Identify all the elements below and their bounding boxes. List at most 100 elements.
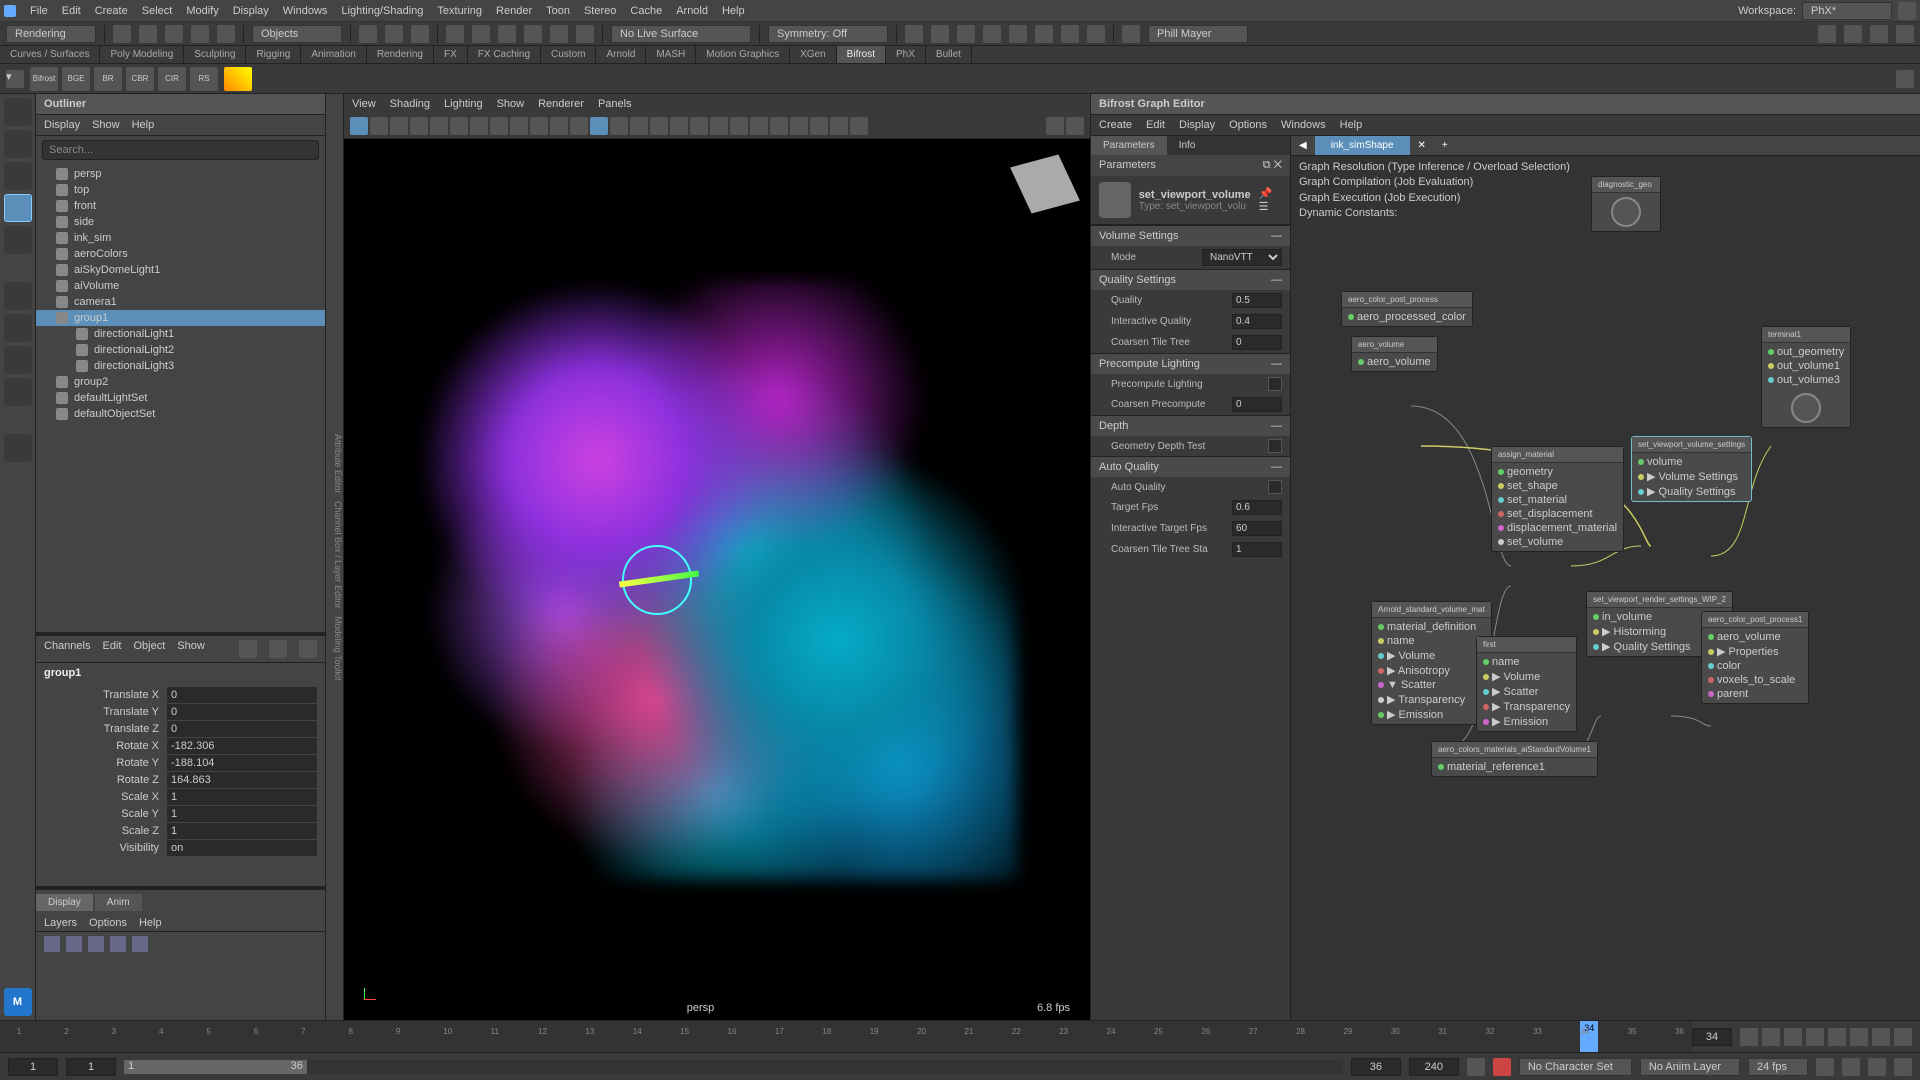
snap-live-icon[interactable] bbox=[576, 25, 594, 43]
range-track[interactable]: 136 bbox=[124, 1060, 1343, 1074]
layers-options[interactable]: Options bbox=[89, 917, 127, 929]
range-end-vis[interactable] bbox=[1351, 1058, 1401, 1076]
menu-modify[interactable]: Modify bbox=[186, 5, 218, 17]
vp-panels[interactable]: Panels bbox=[598, 98, 632, 110]
cb-icon3[interactable] bbox=[299, 640, 317, 658]
outliner-search[interactable]: Search... bbox=[42, 140, 319, 160]
snap-curve-icon[interactable] bbox=[472, 25, 490, 43]
param-input[interactable] bbox=[1232, 314, 1282, 329]
param-checkbox[interactable] bbox=[1268, 377, 1282, 391]
lasso-tool[interactable] bbox=[4, 130, 32, 158]
shelf-button[interactable]: BGE bbox=[62, 67, 90, 91]
graph-add-tab[interactable]: + bbox=[1434, 136, 1456, 155]
channel-value[interactable] bbox=[167, 704, 317, 720]
vp-icon-exp[interactable] bbox=[810, 117, 828, 135]
graph-options[interactable]: Options bbox=[1229, 119, 1267, 131]
vp-icon-msaa[interactable] bbox=[690, 117, 708, 135]
vp-icon-grid[interactable] bbox=[450, 117, 468, 135]
param-section[interactable]: Precompute Lighting— bbox=[1091, 353, 1290, 374]
cb-icon1[interactable] bbox=[239, 640, 257, 658]
shelf-tab[interactable]: Custom bbox=[541, 46, 596, 63]
timeline[interactable]: 34 1234567891011121314151617181920212223… bbox=[0, 1020, 1920, 1052]
param-checkbox[interactable] bbox=[1268, 480, 1282, 494]
tree-item[interactable]: aiVolume bbox=[36, 278, 325, 294]
shelf-tab[interactable]: Animation bbox=[301, 46, 366, 63]
tree-item[interactable]: aiSkyDomeLight1 bbox=[36, 262, 325, 278]
param-input[interactable] bbox=[1232, 500, 1282, 515]
fps-select[interactable]: 24 fps bbox=[1748, 1058, 1808, 1076]
select-tool[interactable] bbox=[4, 98, 32, 126]
param-checkbox[interactable] bbox=[1268, 439, 1282, 453]
shelf-tab[interactable]: XGen bbox=[790, 46, 837, 63]
tl-prev-key-icon[interactable] bbox=[1762, 1028, 1780, 1046]
shelf-menu-icon[interactable]: ▾ bbox=[6, 70, 24, 88]
layers-layers[interactable]: Layers bbox=[44, 917, 77, 929]
menu-render[interactable]: Render bbox=[496, 5, 532, 17]
tree-item[interactable]: front bbox=[36, 198, 325, 214]
range-end[interactable] bbox=[1409, 1058, 1459, 1076]
user-name[interactable]: Phill Mayer bbox=[1148, 25, 1248, 43]
param-input[interactable] bbox=[1232, 335, 1282, 350]
render-settings-icon[interactable] bbox=[983, 25, 1001, 43]
script-icon[interactable] bbox=[1894, 1058, 1912, 1076]
vp-icon-wire[interactable] bbox=[570, 117, 588, 135]
tree-item[interactable]: top bbox=[36, 182, 325, 198]
tree-item[interactable]: group2 bbox=[36, 374, 325, 390]
menu-texturing[interactable]: Texturing bbox=[437, 5, 482, 17]
lasso-icon[interactable] bbox=[385, 25, 403, 43]
vp-icon-img[interactable] bbox=[410, 117, 428, 135]
channel-value[interactable] bbox=[167, 806, 317, 822]
redo-icon[interactable] bbox=[217, 25, 235, 43]
play-icon[interactable] bbox=[1061, 25, 1079, 43]
rotate-manipulator[interactable] bbox=[622, 545, 692, 615]
ui-toggle-1[interactable] bbox=[1818, 25, 1836, 43]
shelf-tab[interactable]: Poly Modeling bbox=[100, 46, 184, 63]
graph-windows[interactable]: Windows bbox=[1281, 119, 1326, 131]
graph-node[interactable]: aero_color_post_process1aero_volume▶ Pro… bbox=[1701, 611, 1809, 704]
paint-select-icon[interactable] bbox=[411, 25, 429, 43]
menu-cache[interactable]: Cache bbox=[630, 5, 662, 17]
graph-display[interactable]: Display bbox=[1179, 119, 1215, 131]
menu-display[interactable]: Display bbox=[233, 5, 269, 17]
shelf-button[interactable]: BR bbox=[94, 67, 122, 91]
graph-node[interactable]: Arnold_standard_volume_matmaterial_defin… bbox=[1371, 601, 1492, 725]
tree-item[interactable]: defaultObjectSet bbox=[36, 406, 325, 422]
hypershade-icon[interactable] bbox=[1009, 25, 1027, 43]
channel-value[interactable] bbox=[167, 755, 317, 771]
layer-tab-display[interactable]: Display bbox=[36, 894, 93, 911]
vp-icon-cam[interactable] bbox=[370, 117, 388, 135]
graph-node[interactable]: diagnostic_geo bbox=[1591, 176, 1661, 232]
vp-shading[interactable]: Shading bbox=[390, 98, 430, 110]
vp-icon-pop[interactable] bbox=[1046, 117, 1064, 135]
tree-item[interactable]: group1 bbox=[36, 310, 325, 326]
shelf-tab[interactable]: Rigging bbox=[246, 46, 301, 63]
graph-node[interactable]: assign_materialgeometryset_shapeset_mate… bbox=[1491, 446, 1624, 552]
shelf-tab[interactable]: Arnold bbox=[596, 46, 646, 63]
vp-icon-shadow[interactable] bbox=[650, 117, 668, 135]
vp-icon-res[interactable] bbox=[510, 117, 528, 135]
graph-node[interactable]: terminal1out_geometryout_volume1out_volu… bbox=[1761, 326, 1851, 428]
ui-toggle-4[interactable] bbox=[1896, 25, 1914, 43]
loop-icon[interactable] bbox=[1868, 1058, 1886, 1076]
shelf-gear-icon[interactable] bbox=[1896, 70, 1914, 88]
outliner-help[interactable]: Help bbox=[132, 119, 155, 131]
vp-icon-jxray[interactable] bbox=[790, 117, 808, 135]
menu-file[interactable]: File bbox=[30, 5, 48, 17]
vp-icon-select[interactable] bbox=[350, 117, 368, 135]
cb-object-name[interactable]: group1 bbox=[36, 663, 325, 683]
graph-node[interactable]: set_viewport_volume_settingsvolume▶ Volu… bbox=[1631, 436, 1752, 502]
open-scene-icon[interactable] bbox=[139, 25, 157, 43]
param-input[interactable] bbox=[1232, 397, 1282, 412]
tree-item[interactable]: aeroColors bbox=[36, 246, 325, 262]
vp-icon-xray[interactable] bbox=[770, 117, 788, 135]
current-frame[interactable]: 34 bbox=[1692, 1028, 1732, 1046]
channel-value[interactable] bbox=[167, 687, 317, 703]
menuset-select[interactable]: Rendering bbox=[6, 25, 96, 43]
new-scene-icon[interactable] bbox=[113, 25, 131, 43]
shelf-tab[interactable]: FX Caching bbox=[468, 46, 541, 63]
cb-channels[interactable]: Channels bbox=[44, 640, 90, 658]
range-start-vis[interactable] bbox=[8, 1058, 58, 1076]
tree-item[interactable]: side bbox=[36, 214, 325, 230]
vp-renderer[interactable]: Renderer bbox=[538, 98, 584, 110]
channel-value[interactable] bbox=[167, 772, 317, 788]
